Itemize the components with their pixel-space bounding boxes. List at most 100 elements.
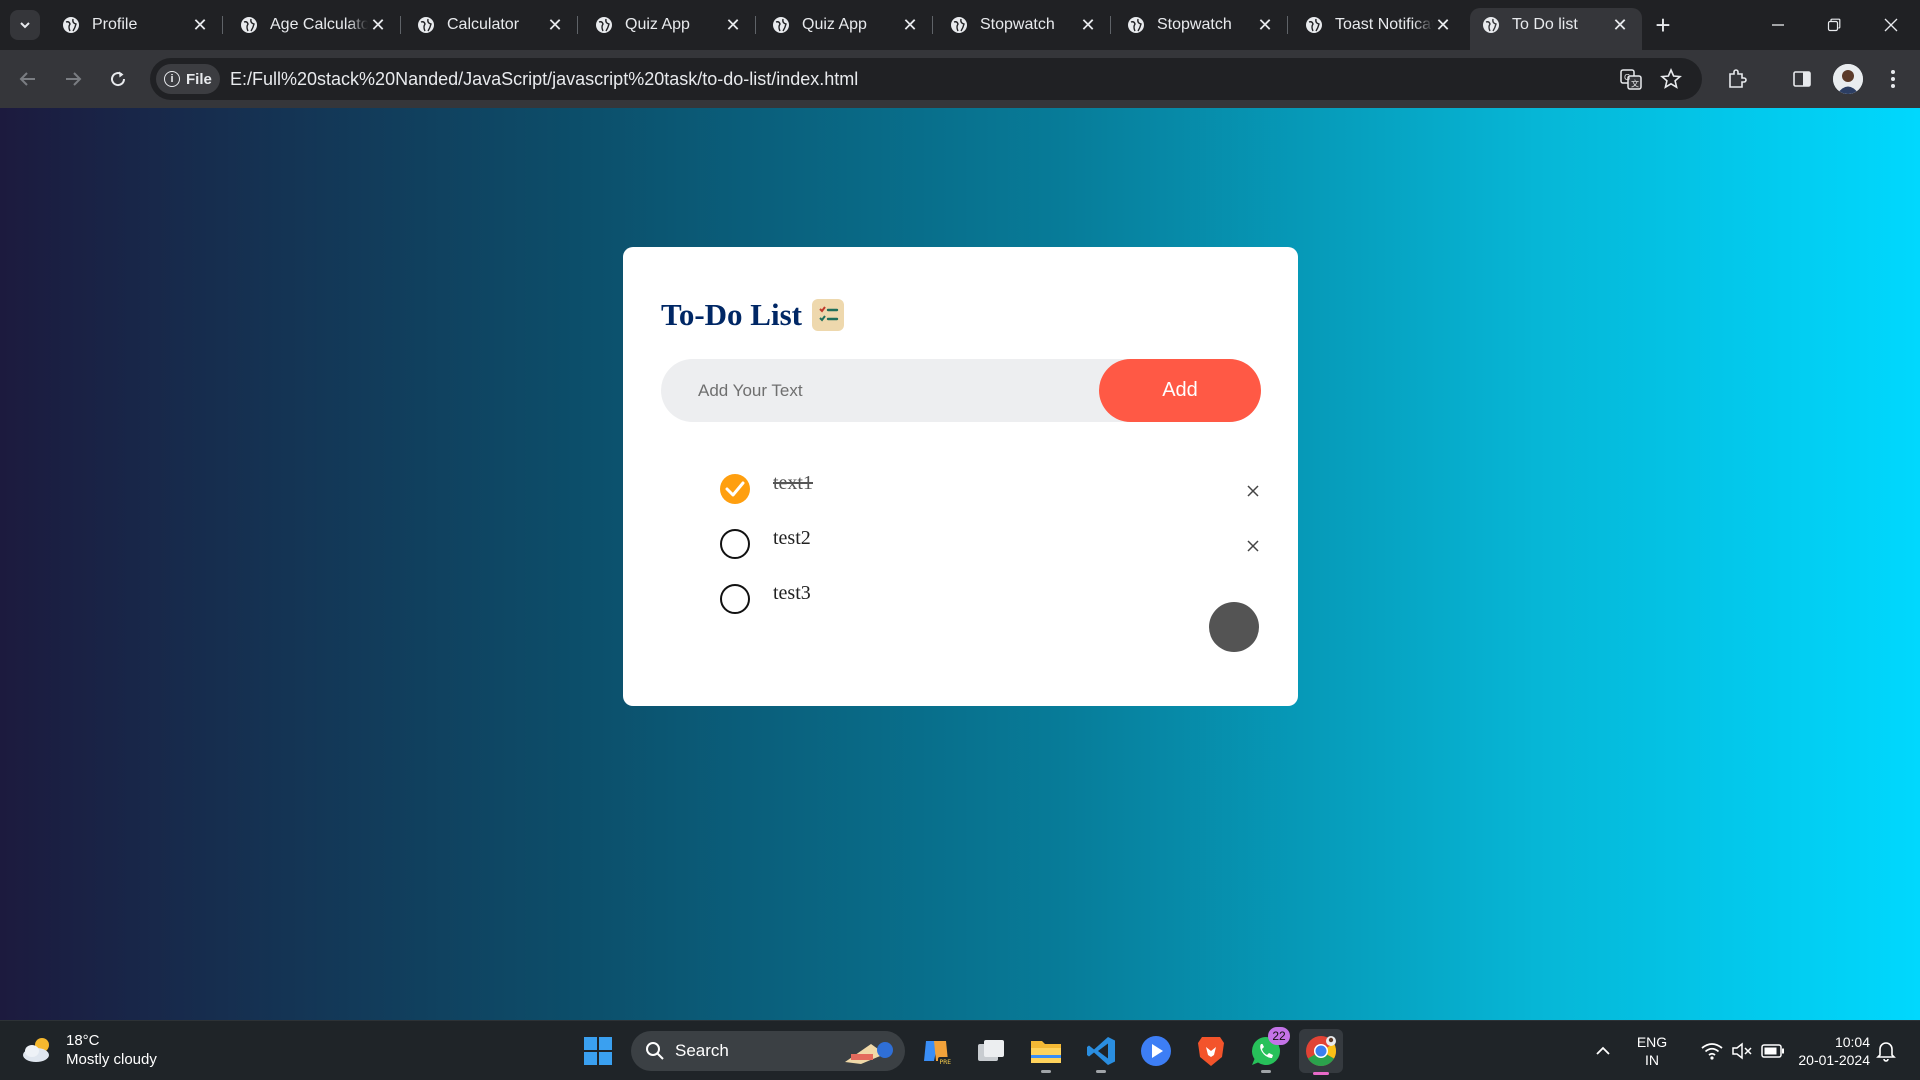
tab-label: Quiz App	[625, 16, 690, 33]
delete-task-button[interactable]	[1240, 478, 1266, 504]
globe-icon	[241, 17, 257, 33]
tab-quiz-app-2[interactable]: Quiz App ✕	[760, 8, 933, 42]
task-item[interactable]: text1	[720, 472, 1240, 512]
globe-icon	[951, 17, 967, 33]
restore-icon	[1827, 18, 1841, 32]
clock[interactable]: 10:04 20-01-2024	[1780, 1033, 1870, 1069]
search-icon	[646, 1042, 664, 1060]
avatar-icon	[1833, 64, 1863, 94]
tab-separator	[1110, 16, 1111, 34]
running-indicator	[1261, 1070, 1271, 1073]
running-indicator	[1313, 1072, 1329, 1075]
tab-profile[interactable]: Profile ✕	[50, 8, 223, 42]
task-item[interactable]: test3	[720, 582, 1240, 622]
tab-to-do-list[interactable]: To Do list ✕	[1470, 8, 1642, 50]
browser-toolbar: i File E:/Full%20stack%20Nanded/JavaScri…	[0, 50, 1920, 108]
close-icon[interactable]: ✕	[900, 15, 920, 35]
task-item[interactable]: test2	[720, 527, 1240, 567]
bookmark-button[interactable]	[1658, 66, 1684, 92]
taskbar-search[interactable]: Search	[631, 1031, 905, 1071]
profile-avatar[interactable]	[1833, 64, 1863, 94]
weather-description: Mostly cloudy	[66, 1051, 157, 1068]
folder-icon	[1031, 1041, 1061, 1063]
tab-label: Stopwatch	[980, 16, 1055, 33]
tab-label: Toast Notification	[1335, 16, 1433, 33]
taskbar-app-task-view[interactable]	[973, 1033, 1009, 1069]
cursor-highlight	[1209, 602, 1259, 652]
close-icon[interactable]: ✕	[190, 15, 210, 35]
svg-text:G: G	[1624, 73, 1630, 82]
tab-quiz-app-1[interactable]: Quiz App ✕	[583, 8, 756, 42]
site-info-chip[interactable]: i File	[156, 64, 220, 94]
taskbar-app-brave[interactable]	[1193, 1033, 1229, 1069]
close-icon[interactable]: ✕	[1610, 15, 1630, 35]
chrome-icon	[1306, 1036, 1337, 1067]
taskbar-app-whatsapp[interactable]: 22	[1248, 1027, 1290, 1073]
reload-button[interactable]	[103, 64, 133, 94]
taskbar-app-media-player[interactable]	[1138, 1033, 1174, 1069]
globe-icon	[596, 17, 612, 33]
task-text: test3	[773, 582, 811, 604]
tab-stopwatch-1[interactable]: Stopwatch ✕	[938, 8, 1111, 42]
tab-label: Age Calculator	[270, 16, 368, 33]
close-icon[interactable]: ✕	[545, 15, 565, 35]
back-button[interactable]	[13, 64, 43, 94]
tab-toast-notification[interactable]: Toast Notification ✕	[1293, 8, 1465, 42]
globe-icon	[418, 17, 434, 33]
checklist-icon	[812, 299, 844, 331]
task-checkbox[interactable]	[720, 584, 750, 614]
close-icon[interactable]: ✕	[1078, 15, 1098, 35]
chevron-up-icon	[1596, 1046, 1610, 1055]
taskbar-app-file-explorer[interactable]	[1028, 1033, 1064, 1073]
weather-temperature: 18°C	[66, 1032, 100, 1049]
language-indicator[interactable]: ENG IN	[1630, 1033, 1674, 1069]
globe-icon	[1128, 17, 1144, 33]
taskbar-app-copilot[interactable]: PRE	[918, 1033, 954, 1069]
globe-icon	[1306, 17, 1322, 33]
add-button[interactable]: Add	[1099, 359, 1261, 422]
task-text: test2	[773, 527, 811, 549]
task-input[interactable]	[661, 359, 1101, 422]
restore-button[interactable]	[1819, 10, 1849, 40]
taskbar-app-chrome[interactable]	[1299, 1029, 1343, 1075]
show-hidden-icons-button[interactable]	[1583, 1033, 1623, 1069]
forward-button[interactable]	[58, 64, 88, 94]
arrow-left-icon	[19, 72, 35, 86]
tab-strip: Profile ✕ Age Calculator ✕ Calculator ✕ …	[0, 0, 1920, 50]
translate-button[interactable]: G文	[1618, 66, 1644, 92]
close-icon[interactable]: ✕	[1433, 15, 1453, 35]
clock-time: 10:04	[1834, 1034, 1870, 1050]
side-panel-button[interactable]	[1787, 64, 1817, 94]
taskbar-app-vscode[interactable]	[1083, 1033, 1119, 1073]
task-checkbox[interactable]	[720, 474, 750, 504]
close-icon	[1247, 485, 1259, 497]
extensions-button[interactable]	[1722, 64, 1752, 94]
running-indicator	[1096, 1070, 1106, 1073]
close-icon[interactable]: ✕	[368, 15, 388, 35]
new-tab-button[interactable]: +	[1650, 10, 1676, 40]
browser-menu-button[interactable]	[1878, 64, 1908, 94]
tab-stopwatch-2[interactable]: Stopwatch ✕	[1115, 8, 1288, 42]
close-icon[interactable]: ✕	[723, 15, 743, 35]
address-bar[interactable]: i File E:/Full%20stack%20Nanded/JavaScri…	[150, 58, 1702, 100]
close-icon[interactable]: ✕	[1255, 15, 1275, 35]
tab-calculator[interactable]: Calculator ✕	[405, 8, 578, 42]
task-text: text1	[773, 472, 813, 494]
start-button[interactable]	[580, 1033, 616, 1069]
delete-task-button[interactable]	[1240, 533, 1266, 559]
weather-widget[interactable]: 18°C Mostly cloudy	[20, 1031, 157, 1069]
tab-search-button[interactable]	[10, 10, 40, 40]
search-highlight-illustration	[845, 1042, 893, 1064]
tab-age-calculator[interactable]: Age Calculator ✕	[228, 8, 401, 42]
tab-label: Quiz App	[802, 16, 867, 33]
puzzle-icon	[1729, 69, 1747, 88]
close-window-button[interactable]	[1876, 10, 1906, 40]
search-label: Search	[675, 1041, 729, 1060]
tab-label: Profile	[92, 16, 138, 33]
region-code: IN	[1645, 1052, 1659, 1068]
url-text[interactable]: E:/Full%20stack%20Nanded/JavaScript/java…	[230, 69, 858, 90]
task-checkbox[interactable]	[720, 529, 750, 559]
notifications-button[interactable]	[1870, 1033, 1902, 1069]
tab-separator	[932, 16, 933, 34]
minimize-button[interactable]	[1763, 10, 1793, 40]
